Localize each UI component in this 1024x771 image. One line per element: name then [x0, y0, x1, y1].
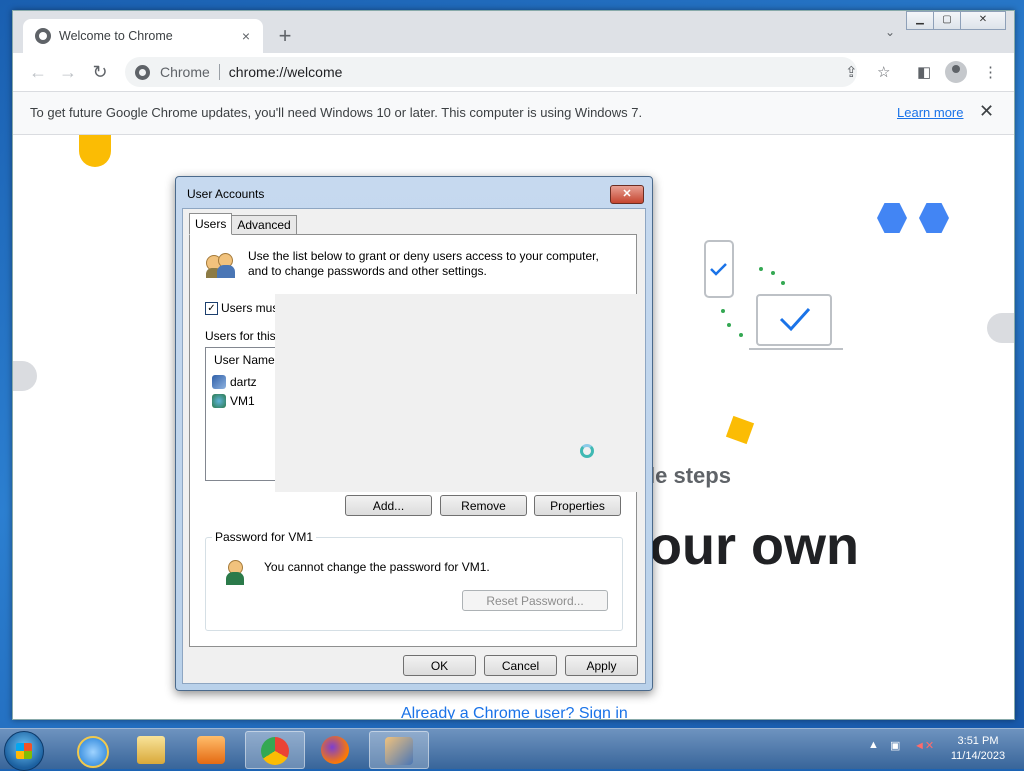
- password-message: You cannot change the password for VM1.: [264, 560, 490, 574]
- tab-close-icon[interactable]: ×: [237, 27, 255, 45]
- taskbar-chrome[interactable]: [245, 731, 305, 769]
- side-panel-icon[interactable]: ◧: [917, 63, 931, 81]
- tab-users[interactable]: Users: [189, 213, 233, 235]
- column-header-user-name[interactable]: User Name: [206, 348, 276, 368]
- back-icon[interactable]: ←: [27, 61, 49, 83]
- tray-overflow-icon[interactable]: ▲: [868, 739, 879, 751]
- dialog-close-button[interactable]: ✕: [610, 185, 644, 204]
- loading-spinner-icon: [580, 444, 594, 458]
- users-must-label: Users mus: [221, 301, 279, 315]
- domain-user-icon: [212, 394, 226, 408]
- omnibox-separator: [218, 64, 220, 80]
- user-accounts-icon: [385, 737, 413, 765]
- dialog-title: User Accounts: [187, 187, 265, 201]
- blank-overlay-window: [275, 294, 643, 492]
- tab-welcome[interactable]: Welcome to Chrome ×: [23, 19, 263, 53]
- user-globe-icon: [222, 556, 252, 586]
- user-name-vm1: VM1: [230, 394, 255, 408]
- media-player-icon: [197, 736, 225, 764]
- start-button[interactable]: [4, 731, 44, 771]
- new-tab-button[interactable]: +: [271, 23, 299, 51]
- infobar-message: To get future Google Chrome updates, you…: [30, 105, 643, 120]
- window-close-button[interactable]: ✕: [960, 11, 1006, 30]
- apply-button[interactable]: Apply: [565, 655, 638, 676]
- steps-text: le steps: [649, 463, 731, 488]
- chrome-icon: [261, 737, 289, 765]
- profile-avatar-icon[interactable]: [945, 61, 967, 83]
- taskbar-explorer[interactable]: [122, 731, 180, 767]
- decor-blue-hex-left: [877, 203, 907, 233]
- add-user-button[interactable]: Add...: [345, 495, 432, 516]
- list-item[interactable]: dartz: [212, 375, 257, 389]
- decor-blue-hex-right: [919, 203, 949, 233]
- properties-button[interactable]: Properties: [534, 495, 621, 516]
- tab-advanced[interactable]: Advanced: [231, 215, 297, 235]
- forward-icon[interactable]: →: [57, 61, 79, 83]
- sign-in-link[interactable]: Already a Chrome user? Sign in: [401, 705, 628, 719]
- bookmark-star-icon[interactable]: ☆: [877, 63, 890, 81]
- clock-date: 11/14/2023: [950, 750, 1006, 762]
- clock[interactable]: 3:51 PM 11/14/2023: [938, 734, 1018, 764]
- chrome-favicon-icon: [35, 28, 51, 44]
- users-must-checkbox[interactable]: ✓: [205, 302, 218, 315]
- taskbar-firefox[interactable]: [306, 731, 364, 767]
- list-item[interactable]: VM1: [212, 394, 255, 408]
- share-icon[interactable]: ⇪: [845, 63, 858, 81]
- omnibox-url[interactable]: chrome://welcome: [229, 64, 343, 80]
- update-infobar: To get future Google Chrome updates, you…: [13, 92, 1014, 135]
- omnibox[interactable]: Chrome chrome://welcome: [125, 57, 857, 87]
- infobar-close-icon[interactable]: ✕: [979, 101, 994, 122]
- intro-text: Use the list below to grant or deny user…: [248, 249, 599, 278]
- password-group: Password for VM1 You cannot change the p…: [205, 530, 623, 631]
- volume-muted-icon[interactable]: ◄✕: [914, 739, 934, 752]
- omnibox-chip: Chrome: [160, 64, 210, 80]
- folder-icon: [137, 736, 165, 764]
- window-controls: ▁ ▢ ✕: [906, 11, 1006, 30]
- users-icon: [206, 249, 236, 279]
- learn-more-link[interactable]: Learn more: [897, 105, 963, 120]
- tab-search-icon[interactable]: ⌄: [885, 25, 895, 39]
- tab-strip: Welcome to Chrome × + ⌄ ▁ ▢ ✕: [13, 11, 1014, 53]
- reset-password-button[interactable]: Reset Password...: [462, 590, 608, 611]
- reload-icon[interactable]: ↻: [89, 61, 111, 83]
- menu-icon[interactable]: ⋮: [983, 63, 998, 81]
- users-for-this-label: Users for this: [205, 329, 276, 343]
- decor-yellow-shape: [79, 135, 111, 167]
- tab-title: Welcome to Chrome: [59, 29, 173, 43]
- decor-grey-shape-right: [987, 313, 1014, 343]
- remove-user-button[interactable]: Remove: [440, 495, 527, 516]
- taskbar: ▲ ▣ ◄✕ 3:51 PM 11/14/2023: [0, 728, 1024, 771]
- dialog-tabs: Users Advanced: [189, 213, 297, 235]
- chrome-site-icon: [135, 64, 150, 80]
- network-icon[interactable]: ▣: [890, 739, 900, 752]
- taskbar-user-accounts[interactable]: [369, 731, 429, 769]
- maximize-button[interactable]: ▢: [933, 11, 961, 30]
- welcome-headline: our own: [649, 516, 859, 576]
- password-group-title: Password for VM1: [212, 530, 317, 544]
- internet-explorer-icon: [77, 736, 109, 768]
- user-account-icon: [212, 375, 226, 389]
- cancel-button[interactable]: Cancel: [484, 655, 557, 676]
- ok-button[interactable]: OK: [403, 655, 476, 676]
- devices-illustration-icon: [704, 240, 843, 350]
- decor-grey-shape-left: [13, 361, 37, 391]
- clock-time: 3:51 PM: [957, 735, 999, 747]
- taskbar-internet-explorer[interactable]: [62, 731, 120, 768]
- browser-toolbar: ← → ↻ Chrome chrome://welcome ⇪ ☆ ◧ ⋮: [13, 53, 1014, 92]
- decor-yellow-diamond: [725, 415, 755, 445]
- taskbar-media-player[interactable]: [182, 731, 240, 767]
- user-name-dartz: dartz: [230, 375, 257, 389]
- firefox-icon: [321, 736, 349, 764]
- minimize-button[interactable]: ▁: [906, 11, 934, 30]
